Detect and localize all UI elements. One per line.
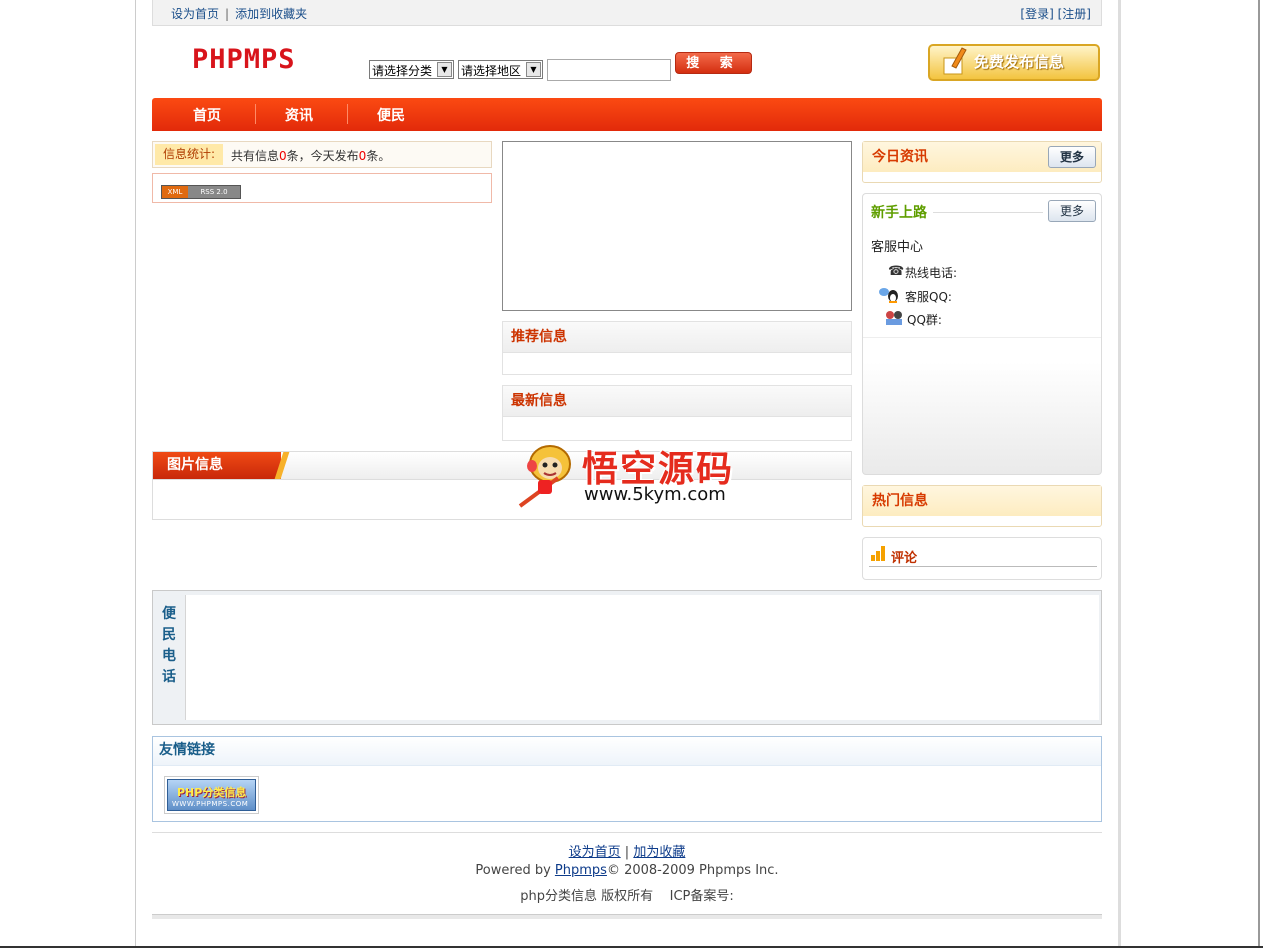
nav-divider [255,104,256,124]
convenience-phone-content [185,595,1099,720]
guide-more-button[interactable]: 更多 [1048,200,1096,222]
hot-info-panel: 热门信息 [862,485,1102,527]
region-select[interactable]: 请选择地区 ▼ [458,60,543,79]
rss-version-label: RSS 2.0 [188,186,240,198]
login-link[interactable]: [登录] [1020,7,1053,21]
telephone-icon: ☎ [888,264,905,279]
today-news-more-button[interactable]: 更多 [1048,146,1096,168]
today-news-header: 今日资讯 更多 [863,142,1101,172]
footer-links: 设为首页 | 加为收藏 [152,841,1102,860]
stats-suffix: 条。 [366,149,391,163]
footer-rights: php分类信息 版权所有 ICP备案号: [152,885,1102,904]
slideshow-box [502,141,852,311]
powered-by-prefix: Powered by [475,863,555,878]
set-homepage-link[interactable]: 设为首页 [171,7,219,21]
footer-powered-by: Powered by Phpmps© 2008-2009 Phpmps Inc. [152,863,1102,878]
friend-links-title: 友情链接 [153,737,1101,766]
hotline-label: 热线电话: [905,266,958,280]
comments-title: 评论 [891,551,918,566]
stats-prefix: 共有信息 [231,149,280,163]
rss-box: XML RSS 2.0 [152,173,492,203]
latest-panel: 最新信息 [502,385,852,441]
chevron-down-icon: ▼ [437,62,452,77]
bar-chart-icon [871,546,887,561]
copyright-text: © 2008-2009 Phpmps Inc. [606,863,779,878]
publish-free-button[interactable]: 免费发布信息 [928,44,1100,81]
picture-info-header: 图片信息 [153,452,851,480]
publish-free-label: 免费发布信息 [974,53,1065,71]
friend-links-section: 友情链接 PHP分类信息 WWW.PHPMPS.COM [152,736,1102,822]
register-link[interactable]: [注册] [1058,7,1091,21]
qq-group-icon [885,310,903,330]
today-news-panel: 今日资讯 更多 [862,141,1102,183]
beginner-guide-panel: 新手上路 更多 客服中心 ☎ 热线电话: 客服QQ: QQ群: [862,193,1102,475]
top-bar-left: 设为首页 | 添加到收藏夹 [171,5,307,22]
hot-info-title: 热门信息 [872,493,928,509]
rights-text: php分类信息 版权所有 [520,889,654,904]
convenience-phone-label: 便民电话 [162,606,176,685]
comments-divider [869,566,1097,567]
guide-title: 新手上路 [871,202,933,222]
category-select-value: 请选择分类 [372,64,433,78]
convenience-phone-section: 便民电话 [152,590,1102,725]
nav-divider [347,104,348,124]
phpmps-link-logo[interactable]: PHP分类信息 WWW.PHPMPS.COM [164,776,259,814]
nav-item-home[interactable]: 首页 [193,105,221,125]
top-bar-right: [登录] [注册] [1020,5,1091,22]
guide-divider [863,337,1101,338]
phpmps-logo-title: PHP分类信息 [177,786,247,799]
monkey-logo-icon [518,445,571,508]
phpmps-link[interactable]: Phpmps [555,863,607,878]
footer-divider [152,832,1102,833]
main-nav: 首页 资讯 便民 [152,98,1102,131]
nav-item-news[interactable]: 资讯 [285,105,313,125]
guide-title-rule [933,212,1043,213]
pencil-icon [943,47,967,75]
search-input[interactable] [547,59,671,81]
recommended-panel: 推荐信息 [502,321,852,375]
service-center-label: 客服中心 [871,240,924,255]
recommended-title: 推荐信息 [503,322,851,353]
phpmps-logo-image: PHP分类信息 WWW.PHPMPS.COM [167,779,256,811]
rss-xml-label: XML [162,186,188,198]
footer-set-homepage-link[interactable]: 设为首页 [569,845,621,860]
top-bar: 设为首页 | 添加到收藏夹 [登录] [注册] [152,0,1102,26]
add-favorite-link[interactable]: 添加到收藏夹 [235,7,307,21]
site-logo[interactable]: PHPMPS [192,44,296,75]
info-stats-label: 信息统计: [155,144,223,165]
footer-add-favorite-link[interactable]: 加为收藏 [633,845,685,860]
category-select[interactable]: 请选择分类 ▼ [369,60,454,79]
info-stats: 信息统计: 共有信息0条，今天发布0条。 [152,141,492,168]
phpmps-logo-url: WWW.PHPMPS.COM [172,800,249,808]
qq-group-label: QQ群: [907,313,942,327]
stats-total-count: 0 [279,149,287,163]
region-select-value: 请选择地区 [461,64,522,78]
qq-penguin-icon [879,287,901,307]
latest-title: 最新信息 [503,386,851,417]
picture-info-panel: 图片信息 [152,451,852,520]
info-stats-text: 共有信息0条，今天发布0条。 [231,147,390,164]
watermark-url: www.5kym.com [584,484,726,505]
footer-separator: | [624,845,630,860]
picture-info-tab[interactable]: 图片信息 [153,452,281,479]
search-button[interactable]: 搜 索 [675,52,752,74]
comments-panel: 评论 [862,537,1102,580]
rss-badge[interactable]: XML RSS 2.0 [161,185,241,199]
hot-info-header: 热门信息 [863,486,1101,516]
top-bar-separator: | [225,7,230,21]
stats-middle: 条，今天发布 [286,149,359,163]
window-edge [1258,0,1260,948]
icp-text: ICP备案号: [669,889,734,904]
chevron-down-icon: ▼ [526,62,541,77]
nav-item-convenience[interactable]: 便民 [377,105,405,125]
footer-bottom-bar [152,914,1102,919]
service-qq-label: 客服QQ: [905,290,952,304]
today-news-title: 今日资讯 [872,149,928,165]
